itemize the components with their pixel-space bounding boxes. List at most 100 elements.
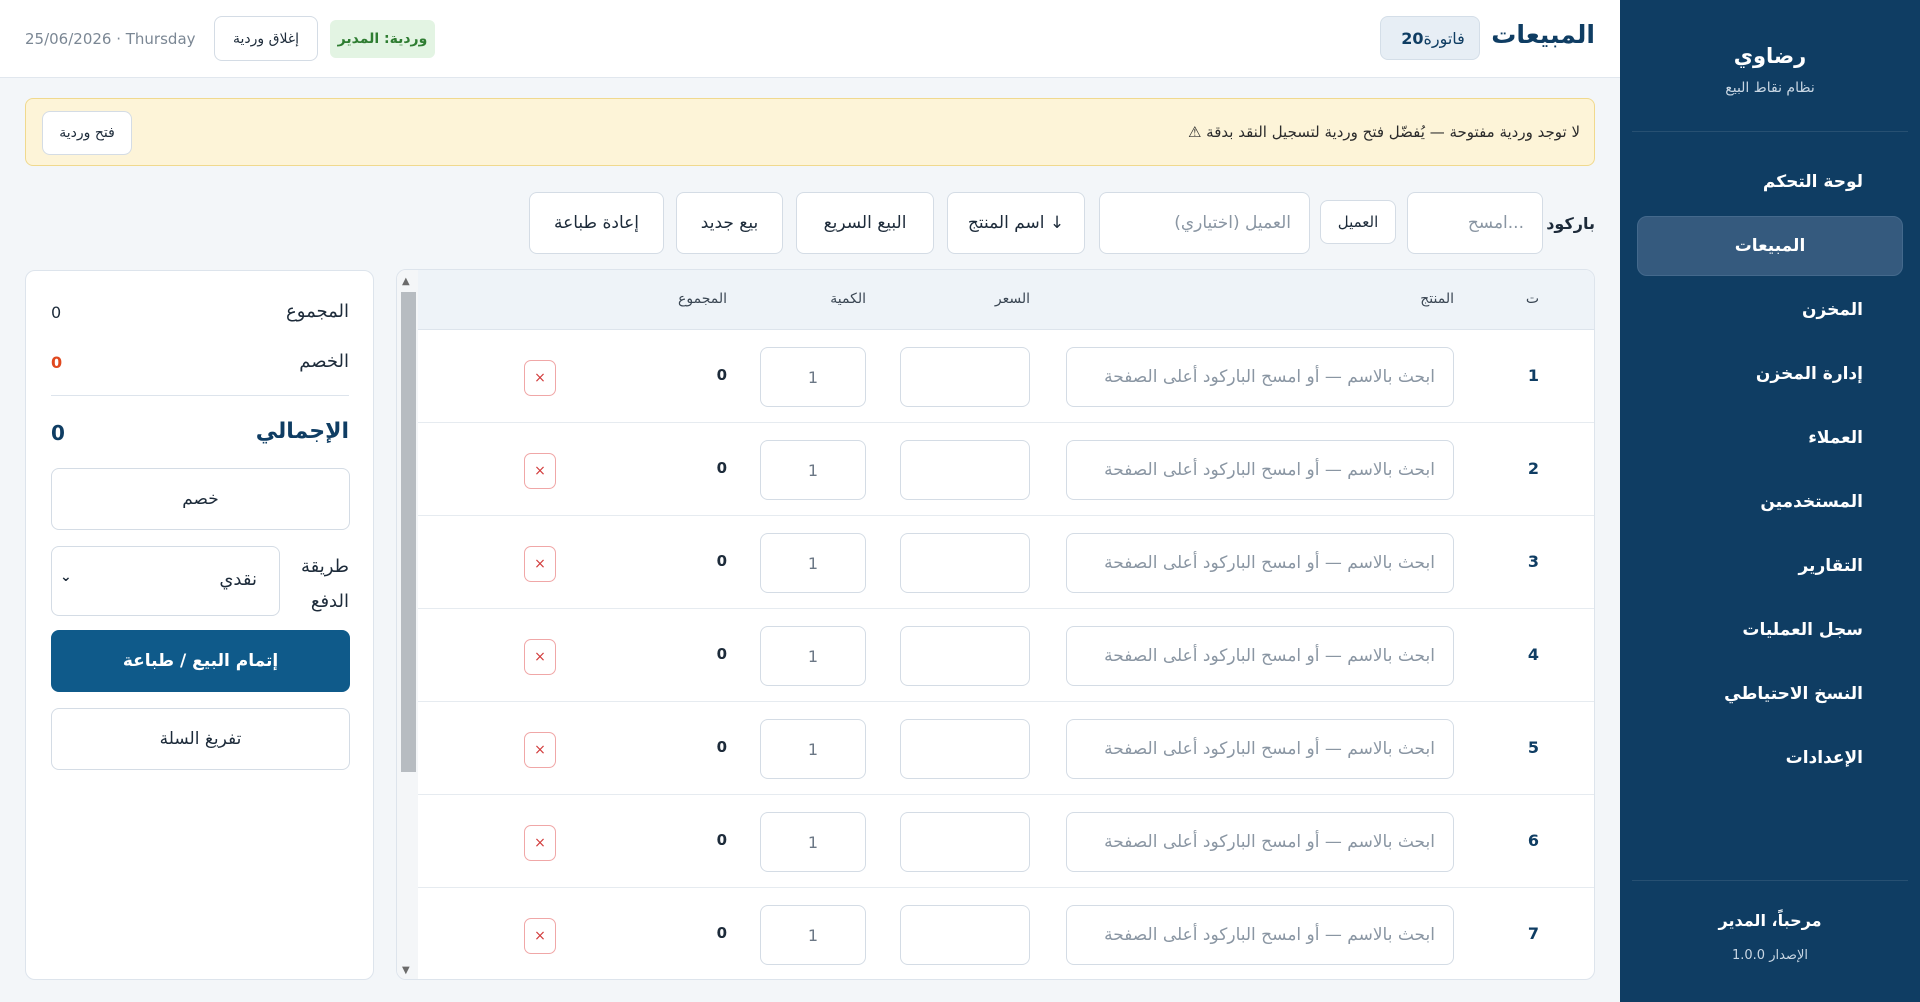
product-search-input[interactable]: ابحث بالاسم — أو امسح الباركود أعلى الصف… [1066,347,1454,407]
row-number: 1 [1527,366,1539,385]
summary-panel: المجموع 0 الخصم 0 الإجمالي 0 خصم طريقة ا… [25,270,374,980]
quantity-input[interactable]: 1 [760,440,866,500]
reprint-button[interactable]: إعادة طباعة [529,192,664,254]
row-total: 0 [716,459,727,477]
row-total: 0 [716,924,727,942]
invoice-number: 20 [1401,28,1424,48]
table-row: 2 ابحث بالاسم — أو امسح الباركود أعلى ال… [418,423,1594,516]
product-search-input[interactable]: ابحث بالاسم — أو امسح الباركود أعلى الصف… [1066,905,1454,965]
subtotal-label: المجموع [286,301,349,322]
discount-button[interactable]: خصم [51,468,350,530]
close-shift-button[interactable]: إغلاق وردية [214,16,318,61]
close-icon: × [534,370,546,386]
product-search-input[interactable]: ابحث بالاسم — أو امسح الباركود أعلى الصف… [1066,812,1454,872]
sidebar-item-backup[interactable]: النسخ الاحتياطي [1637,664,1903,724]
barcode-input[interactable]: امسح... [1407,192,1543,254]
close-icon: × [534,556,546,572]
sidebar-item-users[interactable]: المستخدمين [1637,472,1903,532]
row-number: 4 [1527,645,1539,664]
discount-label: الخصم [299,351,349,372]
scroll-thumb[interactable] [401,292,416,772]
delete-row-button[interactable]: × [524,732,556,768]
product-search-input[interactable]: ابحث بالاسم — أو امسح الباركود أعلى الصف… [1066,440,1454,500]
table-scrollbar[interactable]: ▲ ▼ [397,270,418,979]
sidebar-item-dashboard[interactable]: لوحة التحكم [1637,152,1903,212]
delete-row-button[interactable]: × [524,453,556,489]
sidebar-item-sales[interactable]: المبيعات [1637,216,1903,276]
sidebar: رضاوي نظام نقاط البيع لوحة التحكم المبيع… [1620,0,1920,1002]
product-search-input[interactable]: ابحث بالاسم — أو امسح الباركود أعلى الصف… [1066,719,1454,779]
table-row: 1 ابحث بالاسم — أو امسح الباركود أعلى ال… [418,330,1594,423]
header-total: المجموع [678,291,727,307]
price-input[interactable] [900,812,1030,872]
quantity-input[interactable]: 1 [760,905,866,965]
open-shift-button[interactable]: فتح وردية [42,111,132,155]
row-total: 0 [716,831,727,849]
sidebar-item-inventory-management[interactable]: إدارة المخزن [1637,344,1903,404]
row-number: 3 [1527,552,1539,571]
row-total: 0 [716,366,727,384]
summary-divider [51,395,349,396]
price-input[interactable] [900,347,1030,407]
delete-row-button[interactable]: × [524,918,556,954]
quantity-input[interactable]: 1 [760,812,866,872]
grand-total-value: 0 [51,421,65,445]
new-sale-button[interactable]: بيع جديد [676,192,783,254]
payment-method-label: طريقة الدفع [300,556,349,612]
price-input[interactable] [900,626,1030,686]
main-area: المبيعات 20 فاتورة وردية: المدير إغلاق و… [0,0,1620,1002]
quantity-input[interactable]: 1 [760,719,866,779]
brand: رضاوي نظام نقاط البيع [1632,0,1908,132]
close-icon: × [534,928,546,944]
table-row: 3 ابحث بالاسم — أو امسح الباركود أعلى ال… [418,516,1594,609]
sidebar-item-activity-log[interactable]: سجل العمليات [1637,600,1903,660]
price-input[interactable] [900,719,1030,779]
delete-row-button[interactable]: × [524,639,556,675]
date-text: 25/06/2026 · Thursday [25,30,196,48]
sidebar-item-reports[interactable]: التقارير [1637,536,1903,596]
quantity-input[interactable]: 1 [760,626,866,686]
shift-badge: وردية: المدير [330,20,435,58]
quantity-input[interactable]: 1 [760,347,866,407]
price-input[interactable] [900,905,1030,965]
payment-method-select[interactable]: نقدي ⌄ [51,546,280,616]
row-number: 5 [1527,738,1539,757]
version-text: الإصدار 1.0.0 [1732,948,1808,963]
welcome-text: مرحباً، المدير [1718,911,1822,930]
sidebar-item-settings[interactable]: الإعدادات [1637,728,1903,788]
row-total: 0 [716,645,727,663]
table-header: ت المنتج السعر الكمية المجموع [418,270,1594,330]
sidebar-item-inventory[interactable]: المخزن [1637,280,1903,340]
product-search-input[interactable]: ابحث بالاسم — أو امسح الباركود أعلى الصف… [1066,626,1454,686]
no-shift-alert: ⚠ لا توجد وردية مفتوحة — يُفضّل فتح وردي… [25,98,1595,166]
header-num: ت [1525,291,1539,307]
quantity-input[interactable]: 1 [760,533,866,593]
product-search-input[interactable]: ابحث بالاسم — أو امسح الباركود أعلى الصف… [1066,533,1454,593]
row-number: 7 [1527,924,1539,943]
sidebar-item-customers[interactable]: العملاء [1637,408,1903,468]
customer-button[interactable]: العميل [1320,200,1396,244]
product-name-button[interactable]: اسم المنتج ↓ [947,192,1085,254]
quick-sale-button[interactable]: البيع السريع [796,192,934,254]
delete-row-button[interactable]: × [524,825,556,861]
scroll-up-arrow-icon[interactable]: ▲ [402,276,410,287]
delete-row-button[interactable]: × [524,546,556,582]
complete-sale-button[interactable]: إتمام البيع / طباعة [51,630,350,692]
subtotal-value: 0 [51,303,62,322]
clear-cart-button[interactable]: تفريغ السلة [51,708,350,770]
customer-input[interactable]: العميل (اختياري) [1099,192,1310,254]
table-row: 7 ابحث بالاسم — أو امسح الباركود أعلى ال… [418,888,1594,979]
table-row: 5 ابحث بالاسم — أو امسح الباركود أعلى ال… [418,702,1594,795]
price-input[interactable] [900,533,1030,593]
payment-method-value: نقدي [219,569,257,590]
close-icon: × [534,835,546,851]
price-input[interactable] [900,440,1030,500]
table-row: 6 ابحث بالاسم — أو امسح الباركود أعلى ال… [418,795,1594,888]
close-icon: × [534,649,546,665]
topbar: المبيعات 20 فاتورة وردية: المدير إغلاق و… [0,0,1620,78]
scroll-down-arrow-icon[interactable]: ▼ [402,965,410,976]
delete-row-button[interactable]: × [524,360,556,396]
header-price: السعر [994,291,1030,307]
sidebar-nav: لوحة التحكم المبيعات المخزن إدارة المخزن… [1620,152,1920,788]
barcode-label: باركود [1546,214,1595,233]
